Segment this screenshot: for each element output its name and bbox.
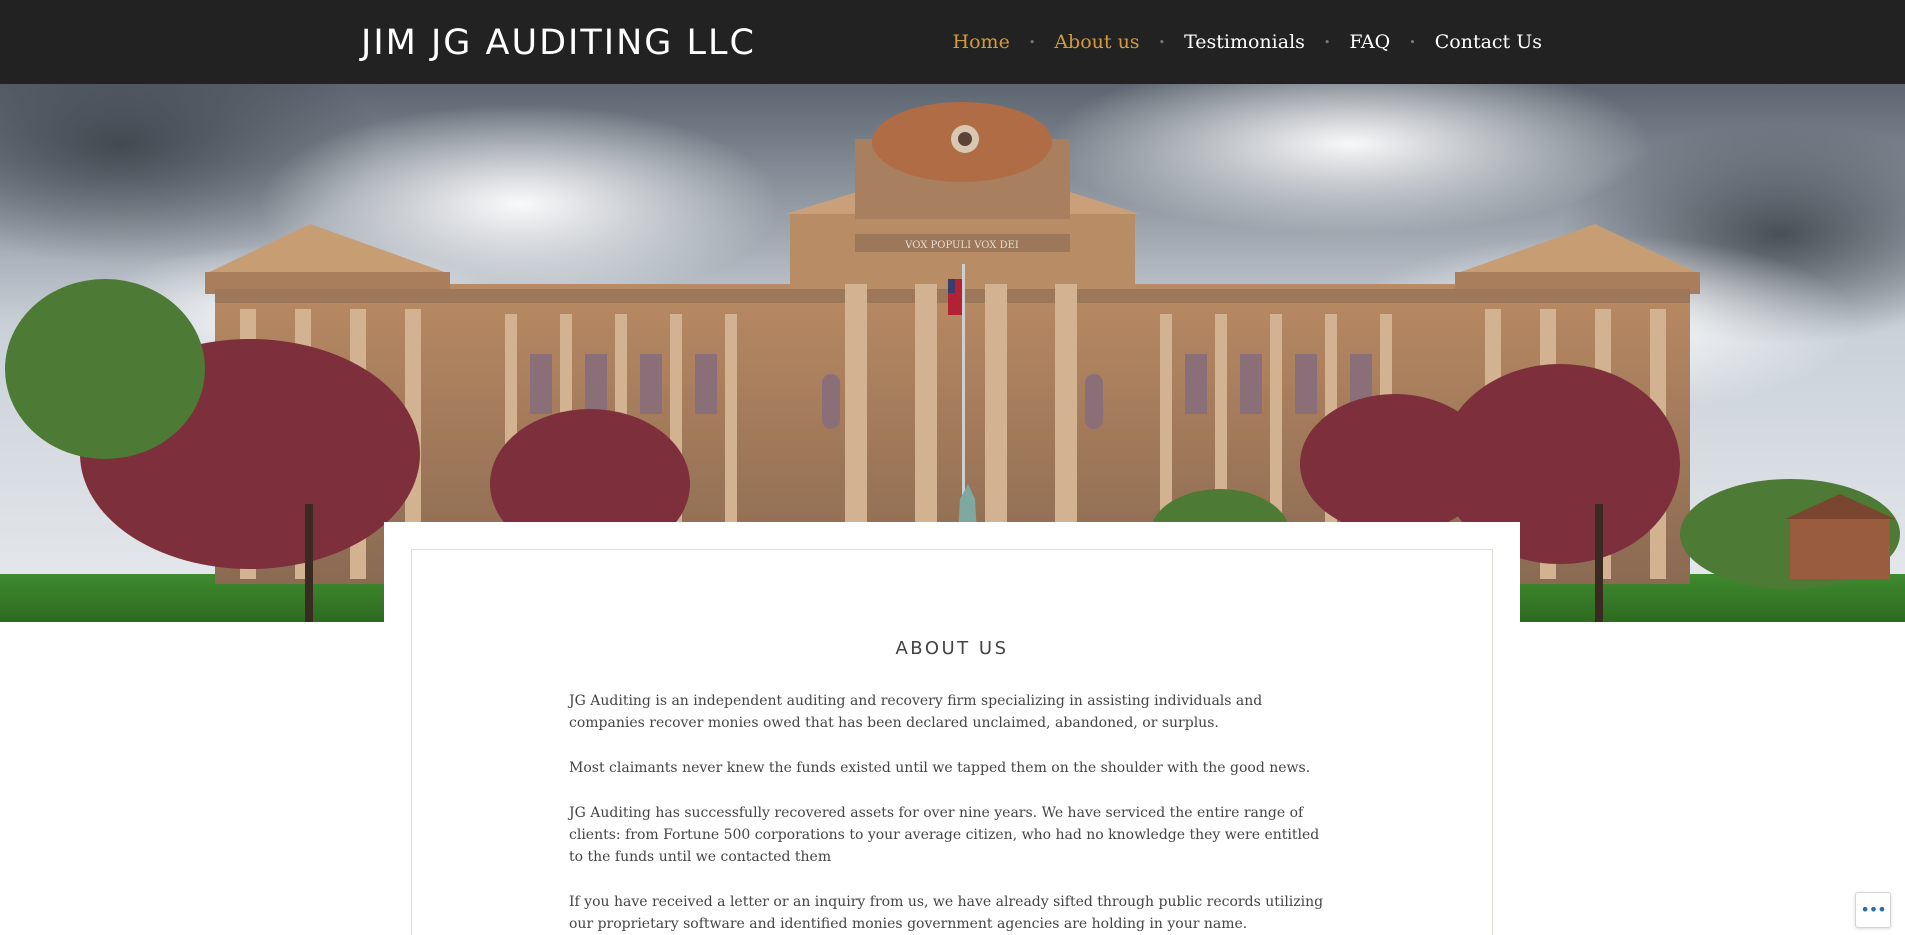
site-title[interactable]: JIM JG AUDITING LLC	[361, 26, 756, 61]
paragraph: Most claimants never knew the funds exis…	[569, 760, 1311, 776]
inscription-text: VOX POPULI VOX DEI	[904, 240, 1019, 251]
nav-separator: •	[1323, 35, 1331, 49]
paragraph: JG Auditing has successfully recovered a…	[569, 805, 1320, 865]
nav-item-testimonials[interactable]: Testimonials	[1184, 32, 1305, 52]
nav-item-contact-us[interactable]: Contact Us	[1435, 32, 1542, 52]
page-title: ABOUT US	[895, 638, 1009, 659]
paragraph: If you have received a letter or an inqu…	[569, 894, 1324, 932]
nav-item-home[interactable]: Home	[953, 32, 1010, 52]
nav-separator: •	[1409, 35, 1416, 49]
nav-separator: •	[1158, 35, 1166, 49]
more-dots-icon: •••	[1860, 900, 1886, 919]
content-frame: ABOUT US JG Auditing is an independent a…	[411, 549, 1493, 935]
nav-separator: •	[1028, 35, 1036, 49]
content-area: ABOUT US JG Auditing is an independent a…	[384, 522, 1520, 935]
paragraph: JG Auditing is an independent auditing a…	[569, 693, 1263, 731]
nav-item-faq[interactable]: FAQ	[1349, 32, 1390, 52]
nav-item-about-us[interactable]: About us	[1054, 32, 1139, 52]
entry-content: JG Auditing is an independent auditing a…	[569, 690, 1337, 935]
main-nav: Home • About us • Testimonials • FAQ • C…	[953, 28, 1542, 56]
actions-widget-button[interactable]: •••	[1855, 892, 1891, 928]
site-header: JIM JG AUDITING LLC Home • About us • Te…	[0, 0, 1905, 84]
